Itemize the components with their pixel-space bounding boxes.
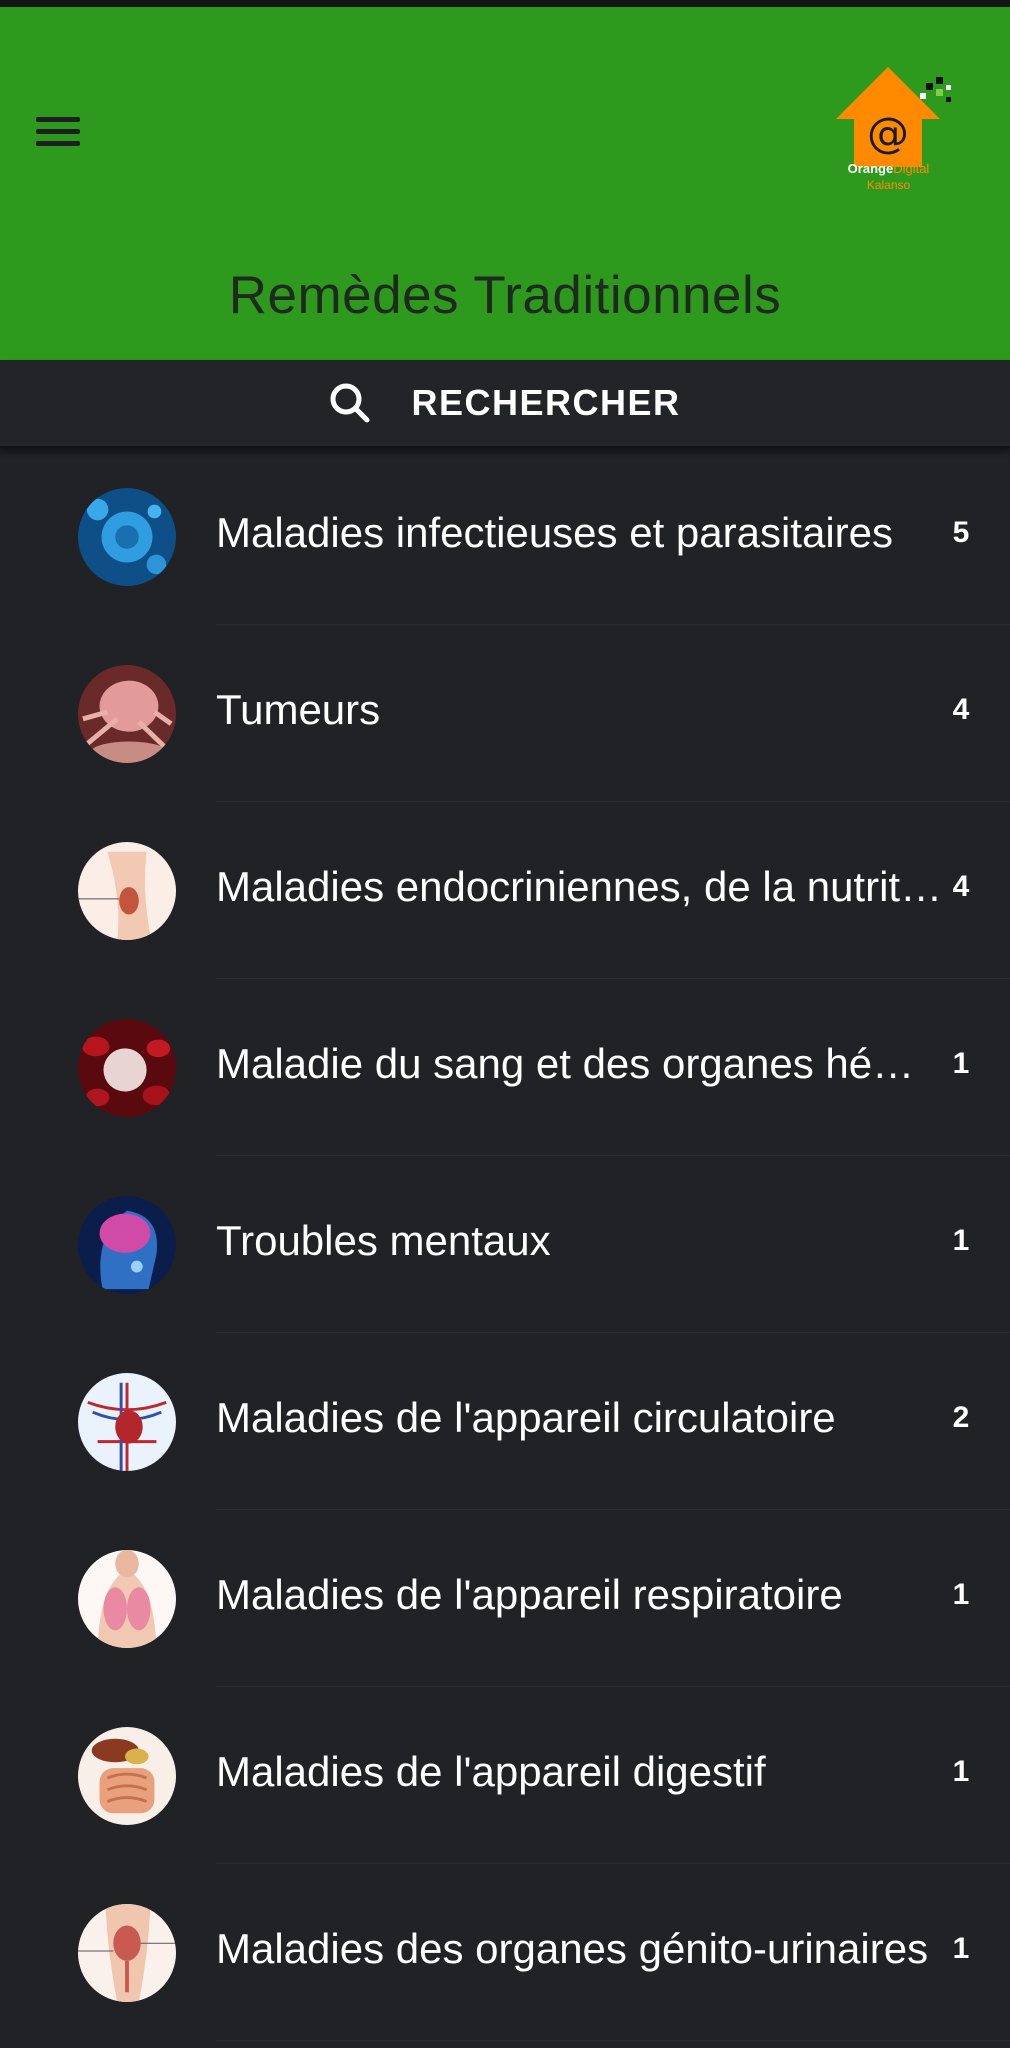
category-item-genitourinary[interactable]: Maladies des organes génito-urinaires 1 <box>0 1864 1010 2041</box>
category-label: Maladies des organes génito-urinaires <box>216 1925 929 1972</box>
category-item-blood[interactable]: Maladie du sang et des organes hématopoï… <box>0 979 1010 1156</box>
svg-text:@: @ <box>867 108 909 157</box>
kidney-icon <box>78 1904 176 2002</box>
logo-text: OrangeDigital Kalanso <box>847 161 930 192</box>
category-count: 2 <box>952 1401 970 1434</box>
category-item-respiratory[interactable]: Maladies de l'appareil respiratoire 1 <box>0 1510 1010 1687</box>
category-label: Troubles mentaux <box>216 1217 551 1264</box>
search-button[interactable]: RECHERCHER <box>0 360 1010 448</box>
category-count: 1 <box>952 1224 970 1257</box>
page-title: Remèdes Traditionnels <box>228 266 782 325</box>
house-at-icon: @ <box>836 67 951 167</box>
orange-digital-kalanso-logo: @ OrangeDigital Kalanso <box>826 57 986 207</box>
category-count: 4 <box>952 693 970 726</box>
category-count: 1 <box>952 1047 970 1080</box>
category-item-digestive[interactable]: Maladies de l'appareil digestif 1 <box>0 1687 1010 1864</box>
category-item-tumors[interactable]: Tumeurs 4 <box>0 625 1010 802</box>
category-label: Tumeurs <box>216 686 381 733</box>
thyroid-icon <box>78 842 176 940</box>
status-bar <box>0 0 1010 7</box>
category-label: Maladies de l'appareil respiratoire <box>216 1571 843 1618</box>
category-label: Maladies de l'appareil digestif <box>216 1748 766 1795</box>
virus-icon <box>78 488 176 586</box>
category-count: 5 <box>952 516 970 549</box>
category-count: 4 <box>952 870 970 903</box>
category-count: 1 <box>952 1755 970 1788</box>
category-label: Maladies de l'appareil circulatoire <box>216 1394 836 1441</box>
heart-icon <box>78 1373 176 1471</box>
category-label: Maladie du sang et des organes hématopoï… <box>216 1040 946 1087</box>
category-label: Maladies infectieuses et parasitaires <box>216 509 894 556</box>
lungs-icon <box>78 1550 176 1648</box>
search-label: RECHERCHER <box>411 382 681 423</box>
hamburger-menu-icon[interactable] <box>26 99 90 163</box>
category-count: 1 <box>952 1932 970 1965</box>
app-header: @ OrangeDigital Kalanso Remèdes Traditio… <box>0 7 1010 360</box>
category-count: 1 <box>952 1578 970 1611</box>
category-item-endocrine[interactable]: Maladies endocriniennes, de la nutrition… <box>0 802 1010 979</box>
category-item-mental[interactable]: Troubles mentaux 1 <box>0 1156 1010 1333</box>
category-list: Maladies infectieuses et parasitaires 5 … <box>0 448 1010 2041</box>
brain-icon <box>78 1196 176 1294</box>
category-label: Maladies endocriniennes, de la nutrition… <box>216 863 946 910</box>
blood-cells-icon <box>78 1019 176 1117</box>
tumor-cell-icon <box>78 665 176 763</box>
category-item-circulatory[interactable]: Maladies de l'appareil circulatoire 2 <box>0 1333 1010 1510</box>
search-icon <box>330 383 370 423</box>
category-item-infectious[interactable]: Maladies infectieuses et parasitaires 5 <box>0 448 1010 625</box>
digestive-system-icon <box>78 1727 176 1825</box>
